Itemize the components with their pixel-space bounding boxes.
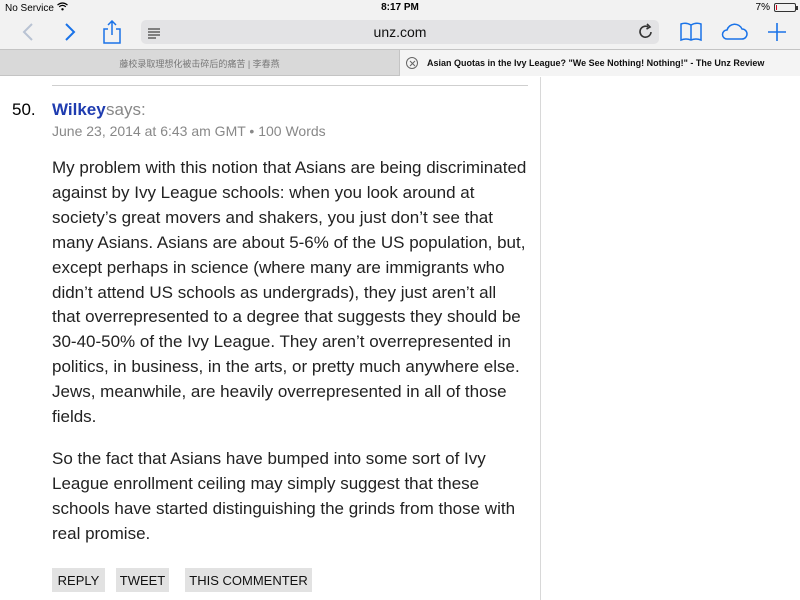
comment-paragraph: My problem with this notion that Asians … <box>52 158 527 427</box>
column-divider <box>540 77 541 600</box>
browser-toolbar: unz.com <box>0 16 800 49</box>
comment-body: My problem with this notion that Asians … <box>52 156 528 564</box>
battery-icon <box>774 3 798 12</box>
battery-level <box>776 5 777 10</box>
share-icon <box>103 20 121 44</box>
divider <box>52 85 528 86</box>
tab-title: 藤校录取理想化被击碎后的痛苦 | 李春燕 <box>119 58 280 69</box>
comment-author-link[interactable]: Wilkey <box>52 100 106 120</box>
page-content: 50. Wilkey says: June 23, 2014 at 6:43 a… <box>0 77 800 600</box>
tab-unz-review[interactable]: Asian Quotas in the Ivy League? "We See … <box>399 50 800 76</box>
book-icon <box>680 22 702 42</box>
comment-number: 50. <box>12 100 36 119</box>
tweet-button[interactable]: TWEET <box>116 568 169 592</box>
share-button[interactable] <box>97 18 127 46</box>
reply-button[interactable]: REPLY <box>52 568 105 592</box>
battery-percent: 7% <box>755 2 770 13</box>
bookmarks-button[interactable] <box>676 18 706 46</box>
reload-icon[interactable] <box>638 23 654 45</box>
tab-bar: 藤校录取理想化被击碎后的痛苦 | 李春燕 Asian Quotas in the… <box>0 49 800 76</box>
tab-chinese-article[interactable]: 藤校录取理想化被击碎后的痛苦 | 李春燕 <box>0 50 399 76</box>
status-right: 7% <box>755 2 798 13</box>
close-tab-icon[interactable] <box>406 57 418 69</box>
url-text: unz.com <box>373 24 427 40</box>
tab-title: Asian Quotas in the Ivy League? "We See … <box>427 58 765 68</box>
chevron-right-icon <box>65 23 76 41</box>
comment-paragraph: So the fact that Asians have bumped into… <box>52 448 516 543</box>
address-bar[interactable]: unz.com <box>141 20 659 44</box>
cloud-icon <box>721 23 748 40</box>
this-commenter-button[interactable]: THIS COMMENTER <box>185 568 312 592</box>
new-tab-button[interactable] <box>762 18 792 46</box>
says-label: says: <box>106 100 146 119</box>
chevron-left-icon <box>22 23 33 41</box>
forward-button[interactable] <box>55 18 85 46</box>
clock: 8:17 PM <box>381 2 419 13</box>
icloud-tabs-button[interactable] <box>719 18 749 46</box>
status-bar: No Service 8:17 PM 7% <box>0 0 800 16</box>
back-button[interactable] <box>13 18 43 46</box>
comment-meta: June 23, 2014 at 6:43 am GMT • 100 Words <box>52 123 326 139</box>
plus-icon <box>768 23 786 41</box>
